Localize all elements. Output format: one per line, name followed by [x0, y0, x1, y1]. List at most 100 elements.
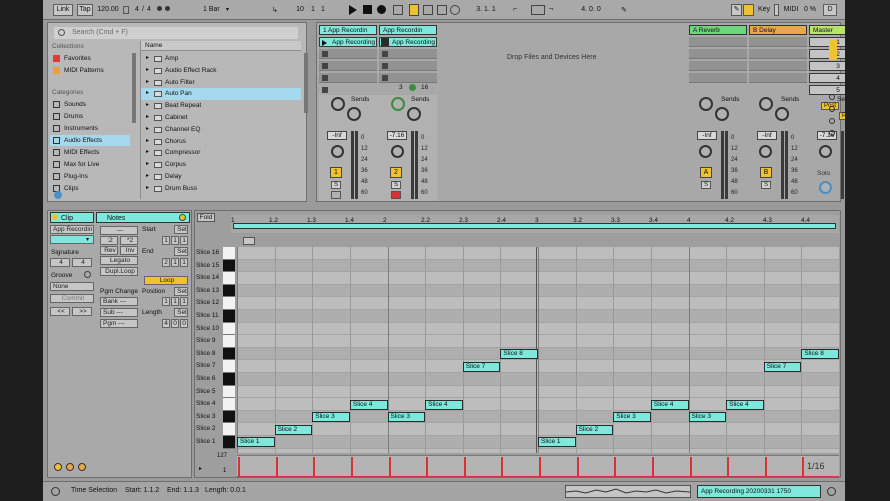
launch-toggle-icon[interactable]	[78, 463, 86, 471]
midi-note[interactable]: Slice 1	[538, 437, 576, 448]
monitor-icon[interactable]	[409, 84, 416, 91]
send-b-knob[interactable]	[407, 107, 421, 121]
piano-key[interactable]	[223, 259, 235, 273]
stop-clip-icon[interactable]	[322, 51, 328, 57]
piano-key[interactable]	[223, 297, 235, 310]
browser-item[interactable]: ▸ Auto Filter	[141, 77, 301, 89]
name-column-header[interactable]: Name	[141, 41, 301, 51]
velocity-bar[interactable]	[614, 457, 617, 477]
scene-launch-3[interactable]: 3	[809, 61, 845, 71]
send-b-knob[interactable]	[715, 107, 729, 121]
end-beat[interactable]: 1	[171, 258, 179, 267]
halve-button[interactable]: :2	[100, 236, 118, 245]
double-button[interactable]: *2	[120, 236, 138, 245]
scene-launch-4[interactable]: 4	[809, 73, 845, 83]
send-a-knob[interactable]	[331, 97, 345, 111]
expand-arrow-icon[interactable]: ▸	[146, 183, 149, 195]
arr-pos-sixteenth[interactable]: 1	[319, 4, 327, 16]
return-a-header[interactable]: A Reverb	[689, 25, 747, 35]
loop-brace[interactable]	[233, 223, 836, 229]
loop-button[interactable]: Loop	[144, 276, 188, 285]
length-set-button[interactable]: Set	[174, 308, 188, 317]
piano-key[interactable]	[223, 385, 235, 399]
length-bars[interactable]: 4	[162, 319, 170, 328]
volume-field[interactable]: -Inf	[757, 131, 777, 140]
midi-map-button[interactable]: MIDI	[783, 4, 799, 16]
midi-note[interactable]: Slice 8	[801, 349, 839, 360]
stop-clip-icon[interactable]	[322, 75, 328, 81]
length-sixteenths[interactable]: 0	[180, 319, 188, 328]
nudge-right-button[interactable]: >>	[72, 307, 92, 316]
current-track-indicator[interactable]: App Recording 20200331 1750	[697, 485, 821, 498]
midi-note[interactable]: Slice 3	[387, 412, 426, 423]
stop-clip-icon[interactable]	[322, 63, 328, 69]
invert-button[interactable]: Inv	[120, 246, 138, 255]
clip-slot-track-1[interactable]: App Recording	[319, 37, 377, 47]
stop-clip-icon[interactable]	[382, 63, 388, 69]
sends-icon[interactable]	[829, 106, 835, 112]
chevron-down-icon[interactable]: ▾	[226, 6, 229, 13]
clip-sig-numerator[interactable]: 4	[50, 258, 70, 267]
category-midi-effects[interactable]: MIDI Effects	[50, 147, 130, 158]
expand-arrow-icon[interactable]: ▸	[146, 53, 149, 65]
key-map-button[interactable]: Key	[757, 4, 771, 16]
stop-clip-icon[interactable]	[322, 87, 328, 93]
record-icon[interactable]	[377, 5, 386, 14]
length-beats[interactable]: 0	[171, 319, 179, 328]
clip-playing-icon[interactable]	[381, 38, 389, 46]
clip-sig-denominator[interactable]: 4	[72, 258, 92, 267]
piano-key[interactable]	[223, 436, 235, 449]
play-icon[interactable]	[349, 5, 357, 15]
midi-note[interactable]: Slice 7	[763, 361, 802, 372]
piano-key[interactable]	[223, 247, 235, 260]
browser-item[interactable]: ▸ Beat Repeat	[141, 100, 301, 112]
capture-icon[interactable]	[437, 5, 447, 15]
notes-box-toggle-icon[interactable]	[179, 214, 186, 221]
velocity-bar[interactable]	[275, 457, 278, 477]
overdub-icon[interactable]	[393, 5, 403, 15]
send-a-knob[interactable]	[759, 97, 773, 111]
pan-knob[interactable]	[699, 145, 712, 158]
piano-key[interactable]	[223, 347, 235, 361]
loop-switch-icon[interactable]	[531, 5, 545, 15]
piano-key[interactable]	[223, 398, 235, 411]
track-activator-1[interactable]: 1	[330, 167, 342, 178]
piano-key[interactable]	[223, 335, 235, 348]
tempo-nudge-icon[interactable]	[123, 6, 129, 14]
volume-field[interactable]: -Inf	[327, 131, 347, 140]
velocity-lane-arrow-icon[interactable]: ▸	[199, 465, 202, 472]
track-2-header[interactable]: App Recordin	[379, 25, 437, 35]
collection-midi-patterns[interactable]: MIDI Patterns	[50, 65, 130, 76]
browser-item[interactable]: ▸ Compressor	[141, 147, 301, 159]
category-audio-effects[interactable]: Audio Effects	[50, 135, 130, 146]
velocity-bar[interactable]	[313, 457, 316, 477]
groove-hot-swap-icon[interactable]	[84, 271, 91, 278]
category-plug-ins[interactable]: Plug-Ins	[50, 171, 130, 182]
expand-arrow-icon[interactable]: ▸	[146, 159, 149, 171]
piano-key[interactable]	[223, 360, 235, 373]
automation-arm-icon[interactable]	[409, 4, 419, 16]
bank-field[interactable]: Bank ---	[100, 297, 138, 306]
send-b-knob[interactable]	[347, 107, 361, 121]
nudge-left-button[interactable]: <<	[50, 307, 70, 316]
scene-launch-5[interactable]: 5	[809, 85, 845, 95]
pan-knob[interactable]	[759, 145, 772, 158]
midi-note[interactable]: Slice 3	[688, 412, 727, 423]
metronome-icon[interactable]	[157, 6, 162, 11]
start-set-button[interactable]: Set	[174, 225, 188, 234]
clip-box-toggle-icon[interactable]	[52, 214, 58, 220]
midi-note[interactable]: Slice 4	[349, 399, 388, 410]
stop-clip-icon[interactable]	[382, 51, 388, 57]
velocity-bar[interactable]	[350, 457, 353, 477]
position-set-button[interactable]: Set	[174, 287, 188, 296]
sub-bank-field[interactable]: Sub ---	[100, 308, 138, 317]
master-header[interactable]: Master	[809, 25, 845, 35]
midi-note[interactable]: Slice 4	[650, 399, 689, 410]
category-clips[interactable]: Clips	[50, 183, 130, 194]
groove-selector[interactable]: None	[50, 282, 94, 291]
expand-arrow-icon[interactable]: ▸	[146, 100, 149, 112]
browser-item-selected[interactable]: ▸ Auto Pan	[141, 88, 301, 101]
tap-button[interactable]: Tap	[77, 4, 93, 16]
velocity-lane[interactable]	[237, 455, 839, 477]
browser-item[interactable]: ▸ Amp	[141, 53, 301, 65]
